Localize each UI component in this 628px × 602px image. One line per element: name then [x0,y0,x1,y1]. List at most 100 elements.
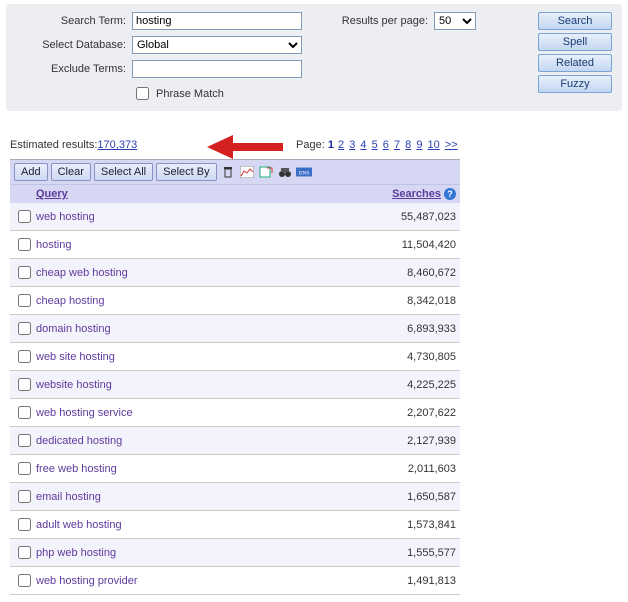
searches-value: 1,555,577 [336,547,456,559]
estimated-results-label: Estimated results: [10,139,97,151]
select-all-button[interactable]: Select All [94,163,153,181]
searches-value: 1,573,841 [336,519,456,531]
row-checkbox[interactable] [18,434,31,447]
table-row: web site hosting4,730,805 [10,343,460,371]
page-link[interactable]: 9 [416,139,422,151]
row-checkbox[interactable] [18,490,31,503]
searches-value: 2,207,622 [336,407,456,419]
page-current: 1 [328,139,334,151]
clear-button[interactable]: Clear [51,163,91,181]
row-checkbox[interactable] [18,574,31,587]
select-by-button[interactable]: Select By [156,163,216,181]
results-per-page-label: Results per page: [318,15,428,27]
query-link[interactable]: web hosting service [36,407,336,419]
page-link[interactable]: 8 [405,139,411,151]
table-row: hosting11,504,420 [10,231,460,259]
query-link[interactable]: email hosting [36,491,336,503]
column-query[interactable]: Query [36,188,336,200]
row-checkbox[interactable] [18,378,31,391]
add-button[interactable]: Add [14,163,48,181]
table-row: web hosting service2,207,622 [10,399,460,427]
page-link[interactable]: 6 [383,139,389,151]
page-link[interactable]: 5 [372,139,378,151]
export-icon[interactable] [258,164,274,180]
search-button[interactable]: Search [538,12,612,30]
query-link[interactable]: dedicated hosting [36,435,336,447]
select-database-select[interactable]: Global [132,36,302,54]
searches-value: 55,487,023 [336,211,456,223]
row-checkbox[interactable] [18,294,31,307]
searches-value: 2,127,939 [336,435,456,447]
page-link[interactable]: 10 [428,139,440,151]
page-next[interactable]: >> [445,139,458,151]
query-link[interactable]: web hosting [36,211,336,223]
searches-value: 4,730,805 [336,351,456,363]
select-database-label: Select Database: [16,39,126,51]
table-row: web hosting provider1,491,813 [10,567,460,595]
searches-value: 1,650,587 [336,491,456,503]
search-term-label: Search Term: [16,15,126,27]
chart-icon[interactable] [239,164,255,180]
page-label: Page: [296,139,328,151]
fuzzy-button[interactable]: Fuzzy [538,75,612,93]
row-checkbox[interactable] [18,210,31,223]
query-link[interactable]: cheap hosting [36,295,336,307]
query-link[interactable]: web site hosting [36,351,336,363]
estimated-results-link[interactable]: 170,373 [97,139,137,151]
row-checkbox[interactable] [18,238,31,251]
page-link[interactable]: 2 [338,139,344,151]
query-link[interactable]: cheap web hosting [36,267,336,279]
trash-icon[interactable] [220,164,236,180]
query-link[interactable]: hosting [36,239,336,251]
table-row: email hosting1,650,587 [10,483,460,511]
related-button[interactable]: Related [538,54,612,72]
phrase-match-checkbox[interactable] [136,87,149,100]
query-link[interactable]: web hosting provider [36,575,336,587]
row-checkbox[interactable] [18,322,31,335]
table-row: cheap web hosting8,460,672 [10,259,460,287]
row-checkbox[interactable] [18,406,31,419]
searches-value: 2,011,603 [336,463,456,475]
searches-value: 8,460,672 [336,267,456,279]
table-row: website hosting4,225,225 [10,371,460,399]
results-toolbar: Add Clear Select All Select By DNS [10,159,460,184]
table-row: web hosting55,487,023 [10,203,460,231]
dns-icon[interactable]: DNS [296,164,312,180]
row-checkbox[interactable] [18,518,31,531]
query-link[interactable]: website hosting [36,379,336,391]
searches-value: 11,504,420 [336,239,456,251]
query-link[interactable]: free web hosting [36,463,336,475]
page-link[interactable]: 4 [360,139,366,151]
table-row: cheap hosting8,342,018 [10,287,460,315]
table-row: domain hosting6,893,933 [10,315,460,343]
search-panel: Search Term: Results per page: 50 Select… [6,4,622,111]
help-icon[interactable]: ? [444,188,456,200]
searches-value: 4,225,225 [336,379,456,391]
table-row: dedicated hosting2,127,939 [10,427,460,455]
row-checkbox[interactable] [18,350,31,363]
search-term-input[interactable] [132,12,302,30]
page-link[interactable]: 3 [349,139,355,151]
column-searches[interactable]: Searches [392,188,441,200]
binoculars-icon[interactable] [277,164,293,180]
searches-value: 6,893,933 [336,323,456,335]
results-summary: Estimated results: 170,373 Page: 1 2 3 4… [10,139,618,151]
exclude-terms-label: Exclude Terms: [16,63,126,75]
row-checkbox[interactable] [18,462,31,475]
svg-text:DNS: DNS [298,171,309,177]
query-link[interactable]: php web hosting [36,547,336,559]
row-checkbox[interactable] [18,266,31,279]
query-link[interactable]: domain hosting [36,323,336,335]
table-row: adult web hosting1,573,841 [10,511,460,539]
results-per-page-select[interactable]: 50 [434,12,476,30]
exclude-terms-input[interactable] [132,60,302,78]
page-link[interactable]: 7 [394,139,400,151]
searches-value: 1,491,813 [336,575,456,587]
row-checkbox[interactable] [18,546,31,559]
spell-button[interactable]: Spell [538,33,612,51]
searches-value: 8,342,018 [336,295,456,307]
arrow-icon [205,133,285,161]
table-row: free web hosting2,011,603 [10,455,460,483]
query-link[interactable]: adult web hosting [36,519,336,531]
page-navigation: Page: 1 2 3 4 5 6 7 8 9 10 >> [296,139,459,151]
